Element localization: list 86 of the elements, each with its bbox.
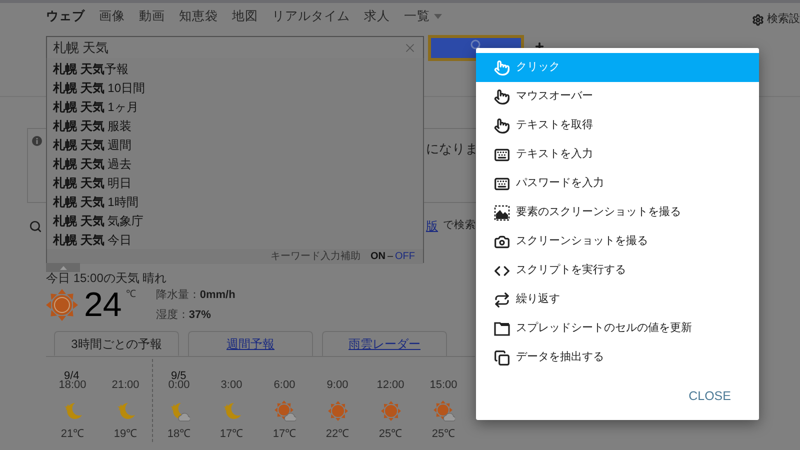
hand-pointer-icon [494, 118, 510, 134]
forecast-temperature: 25℃ [432, 426, 456, 442]
forecast-time: 6:00 [274, 378, 296, 393]
nav-tab[interactable]: 動画 [139, 7, 165, 26]
forecast-time: 18:00 [58, 379, 86, 393]
forecast-temperature: 17℃ [220, 426, 244, 442]
menu-item[interactable]: スクリプトを実行する [476, 256, 759, 285]
assist-separator: – [387, 250, 393, 264]
precipitation-text: 降水量：0mm/h [156, 288, 236, 302]
copy-icon [494, 350, 510, 366]
repeat-icon [494, 292, 510, 308]
forecast-time: 21:00 [112, 378, 140, 393]
nav-tab[interactable]: 求人 [364, 7, 390, 26]
notice-text: になりま [426, 140, 478, 158]
weather-heading: 今日 15:00の天気 晴れ [46, 270, 167, 285]
assist-off-link[interactable]: OFF [395, 249, 415, 264]
assist-label: キーワード入力補助 [270, 250, 360, 264]
close-button[interactable]: CLOSE [684, 385, 735, 408]
forecast-temperature: 18℃ [167, 426, 191, 442]
suggestion-item[interactable]: 札幌 天気 1ヶ月 [53, 97, 423, 116]
keyboard-icon [494, 176, 510, 192]
menu-item[interactable]: クリック [476, 53, 759, 82]
forecast-date: 9/4 [64, 370, 80, 382]
humidity-text: 湿度：37% [156, 308, 212, 323]
menu-item[interactable]: テキストを入力 [476, 140, 759, 169]
current-temperature: 24 [84, 288, 122, 322]
menu-item[interactable]: データを抽出する [476, 343, 759, 372]
nav-tab[interactable]: ウェブ [46, 7, 85, 26]
forecast-time: 15:00 [430, 378, 458, 393]
sun-icon [46, 289, 78, 321]
suggestion-item[interactable]: 札幌 天気 明日 [53, 173, 423, 192]
search-icon [29, 220, 42, 232]
sun-cloud-icon [432, 400, 454, 422]
forecast-temperature: 21℃ [60, 426, 84, 442]
sun-icon [380, 400, 402, 422]
alt-search-text: で検索 [443, 218, 476, 234]
nav-tab[interactable]: 画像 [99, 7, 125, 26]
suggestion-item[interactable]: 札幌 天気 今日 [53, 230, 423, 249]
camera-icon [494, 234, 510, 250]
sun-cloud-icon [274, 400, 296, 422]
forecast-time: 0:00 [168, 379, 190, 393]
forecast-time: 3:00 [220, 378, 242, 393]
menu-item[interactable]: 要素のスクリーンショットを撮る [476, 198, 759, 227]
menu-item[interactable]: パスワードを入力 [476, 169, 759, 198]
hand-pointer-icon [494, 88, 510, 104]
search-query: 札幌 天気 [53, 39, 110, 58]
forecast-temperature: 17℃ [272, 426, 296, 442]
nav-tab[interactable]: リアルタイム [272, 7, 350, 26]
menu-item[interactable]: 繰り返す [476, 285, 759, 314]
suggestion-item[interactable]: 札幌 天気 1時間 [53, 192, 423, 211]
folder-icon [494, 322, 510, 336]
temperature-unit: ℃ [126, 288, 136, 302]
caret-icon [434, 14, 442, 19]
forecast-temperature: 19℃ [114, 426, 138, 442]
suggestion-item[interactable]: 札幌 天気 10日間 [53, 78, 423, 97]
suggestion-item[interactable]: 札幌 天気 過去 [53, 154, 423, 173]
sun-icon [326, 400, 348, 422]
suggestion-item[interactable]: 札幌 天気 週間 [53, 135, 423, 154]
forecast-tab[interactable]: 3時間ごとの予報 [54, 331, 179, 356]
menu-item[interactable]: テキストを取得 [476, 111, 759, 140]
search-field[interactable]: 札幌 天気 [46, 36, 424, 60]
alt-version-link[interactable]: 版 [426, 217, 438, 235]
forecast-tab[interactable]: 週間予報 [188, 331, 313, 356]
menu-item[interactable]: スプレッドシートのセルの値を更新 [476, 314, 759, 343]
image-selection-icon [494, 204, 510, 220]
settings-link[interactable]: 検索設 [752, 5, 800, 28]
suggestion-item[interactable]: 札幌 天気 気象庁 [53, 211, 423, 230]
menu-item[interactable]: スクリーンショットを撮る [476, 227, 759, 256]
menu-item[interactable]: マウスオーバー [476, 82, 759, 111]
search-icon [470, 39, 482, 51]
nav-tab[interactable]: 知恵袋 [179, 7, 218, 26]
hand-pointer-icon [494, 60, 510, 76]
forecast-date: 9/5 [171, 370, 186, 382]
forecast-temperature: 22℃ [326, 426, 350, 442]
suggestion-item[interactable]: 札幌 天気予報 [53, 59, 423, 78]
assist-on-link[interactable]: ON [370, 249, 386, 264]
forecast-temperature: 25℃ [378, 426, 402, 442]
info-icon [32, 136, 42, 146]
nav-tab[interactable]: 地図 [232, 7, 258, 26]
keyboard-icon [494, 146, 510, 162]
forecast-tab[interactable]: 雨雲レーダー [322, 331, 447, 356]
forecast-time: 12:00 [376, 378, 404, 393]
forecast-time: 9:00 [326, 378, 348, 393]
suggestion-item[interactable]: 札幌 天気 服装 [53, 116, 423, 135]
more-dropdown[interactable]: 一覧 [404, 7, 442, 26]
settings-icon [752, 14, 764, 26]
